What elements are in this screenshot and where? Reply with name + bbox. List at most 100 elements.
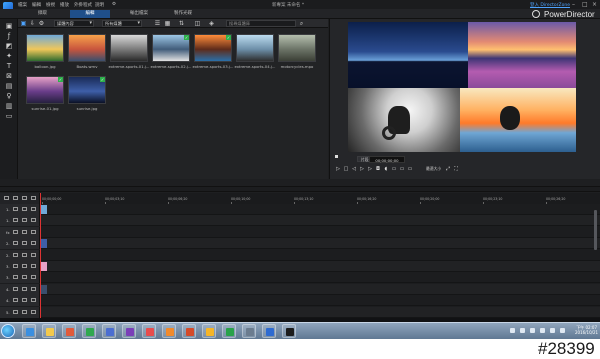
tab-capture[interactable]: 擷取 (30, 10, 55, 18)
track-lock-icon[interactable] (31, 229, 36, 234)
taskbar-app-icon[interactable] (282, 324, 296, 338)
timeline-track[interactable]: 2. (0, 238, 600, 250)
track-enable-icon[interactable] (22, 275, 27, 280)
tray-update-icon[interactable] (550, 328, 555, 333)
undock-icon[interactable]: ⤢ (445, 166, 451, 172)
taskbar-app-icon[interactable] (182, 324, 196, 338)
login-link[interactable]: 登入 DirectorZone (530, 2, 570, 8)
taskbar-app-icon[interactable] (262, 324, 276, 338)
media-content-icon[interactable]: ▣ (20, 20, 27, 27)
media-thumbnail[interactable]: ✓ (26, 76, 64, 104)
track-type-icon[interactable] (13, 218, 18, 223)
pip-room-icon[interactable]: ◩ (5, 42, 13, 50)
timeline-view-icon[interactable] (13, 196, 18, 200)
track-enable-icon[interactable] (22, 309, 27, 314)
audio-mixing-icon[interactable]: ▤ (5, 82, 13, 90)
start-button[interactable] (1, 324, 15, 338)
track-type-icon[interactable] (13, 286, 18, 291)
taskbar-app-icon[interactable] (122, 324, 136, 338)
tab-produce[interactable]: 輸出檔案 (122, 10, 156, 18)
size-icon[interactable]: ◫ (194, 20, 201, 27)
track-lock-icon[interactable] (31, 275, 36, 280)
timeline-track[interactable]: 4. (0, 283, 600, 295)
taskbar-app-icon[interactable] (102, 324, 116, 338)
taskbar-app-icon[interactable] (162, 324, 176, 338)
media-thumbnail[interactable] (26, 34, 64, 62)
3d-mode-icon[interactable]: ▭ (407, 166, 413, 172)
track-lock-icon[interactable] (31, 264, 36, 268)
track-enable-icon[interactable] (22, 207, 27, 211)
menu-edit[interactable]: 編輯 (32, 2, 41, 8)
title-room-icon[interactable]: T (5, 62, 13, 70)
close-icon[interactable]: × (592, 1, 597, 8)
chapter-room-icon[interactable]: ▥ (5, 102, 13, 110)
next-frame-icon[interactable]: ▷ (359, 166, 365, 172)
stop-icon[interactable]: □ (343, 166, 349, 172)
tray-battery-icon[interactable] (560, 328, 565, 333)
media-thumbnail[interactable] (110, 34, 148, 62)
tray-volume-icon[interactable] (520, 328, 525, 333)
taskbar-app-icon[interactable] (42, 324, 56, 338)
track-enable-icon[interactable] (22, 229, 27, 234)
plugins-icon[interactable]: ⚙ (38, 20, 45, 27)
track-enable-icon[interactable] (22, 286, 27, 291)
particle-room-icon[interactable]: ✦ (5, 52, 13, 60)
timeline-track[interactable]: 1. (0, 204, 600, 215)
voice-over-icon[interactable]: ♀ (5, 92, 13, 100)
media-thumbnail[interactable]: ✓ (194, 34, 232, 62)
taskbar-app-icon[interactable] (242, 324, 256, 338)
track-lock-icon[interactable] (31, 286, 36, 291)
gear-icon[interactable]: ⚙ (112, 2, 116, 7)
tag-icon[interactable]: ◈ (208, 20, 215, 27)
timeline-track[interactable]: 3. (0, 261, 600, 272)
timeline-clip[interactable] (41, 205, 47, 214)
menu-plugins[interactable]: 外掛程式 (74, 2, 92, 8)
scrubber-handle[interactable] (335, 155, 338, 158)
track-type-icon[interactable] (13, 229, 18, 234)
media-filter-dropdown[interactable]: 媒體內容 (54, 20, 94, 27)
track-lock-icon[interactable] (31, 309, 36, 314)
track-manager-icon[interactable] (4, 196, 9, 200)
track-enable-icon[interactable] (22, 264, 27, 268)
media-thumbnail[interactable] (68, 34, 106, 62)
track-type-icon[interactable] (13, 252, 18, 257)
track-type-icon[interactable] (13, 241, 18, 246)
media-thumbnail[interactable] (236, 34, 274, 62)
timeline-clip[interactable] (41, 239, 47, 249)
search-input[interactable]: 搜尋媒體庫 (226, 20, 296, 27)
tray-network-icon[interactable] (510, 328, 515, 333)
track-lock-icon[interactable] (31, 298, 36, 303)
minimize-icon[interactable]: – (572, 1, 575, 8)
track-enable-icon[interactable] (22, 252, 27, 257)
track-enable-icon[interactable] (22, 241, 27, 246)
play-icon[interactable]: ▷ (335, 166, 341, 172)
track-type-icon[interactable] (13, 309, 18, 314)
taskbar-app-icon[interactable] (202, 324, 216, 338)
zoom-fit-dropdown[interactable]: 最適大小 (426, 165, 444, 172)
timeline-clip[interactable] (41, 284, 47, 294)
track-lock-icon[interactable] (31, 207, 36, 211)
prev-frame-icon[interactable]: ◁ (351, 166, 357, 172)
search-icon[interactable]: ⌕ (298, 20, 305, 27)
maximize-icon[interactable]: □ (582, 1, 588, 8)
taskbar-app-icon[interactable] (62, 324, 76, 338)
tab-create-disc[interactable]: 製作光碟 (166, 10, 200, 18)
list-view-icon[interactable]: ☰ (154, 20, 161, 27)
import-icon[interactable]: ⇩ (29, 20, 36, 27)
lock-icon[interactable] (31, 196, 36, 200)
fast-forward-icon[interactable]: ▷ (367, 166, 373, 172)
tray-keyboard-icon[interactable] (540, 328, 545, 333)
fx-room-icon[interactable]: ƒ (5, 32, 13, 40)
track-type-icon[interactable] (13, 298, 18, 303)
menu-file[interactable]: 檔案 (18, 2, 27, 8)
timeline-track[interactable]: 3. (0, 272, 600, 284)
storyboard-view-icon[interactable] (22, 196, 27, 200)
taskbar-app-icon[interactable] (82, 324, 96, 338)
track-enable-icon[interactable] (22, 298, 27, 303)
timeline-track[interactable]: 4. (0, 295, 600, 307)
timeline-track[interactable]: 2. (0, 249, 600, 261)
timeline-track[interactable]: 1. (0, 215, 600, 227)
media-thumbnail[interactable]: ✓ (68, 76, 106, 104)
taskbar-app-icon[interactable] (142, 324, 156, 338)
subtitle-room-icon[interactable]: ▭ (5, 112, 13, 120)
